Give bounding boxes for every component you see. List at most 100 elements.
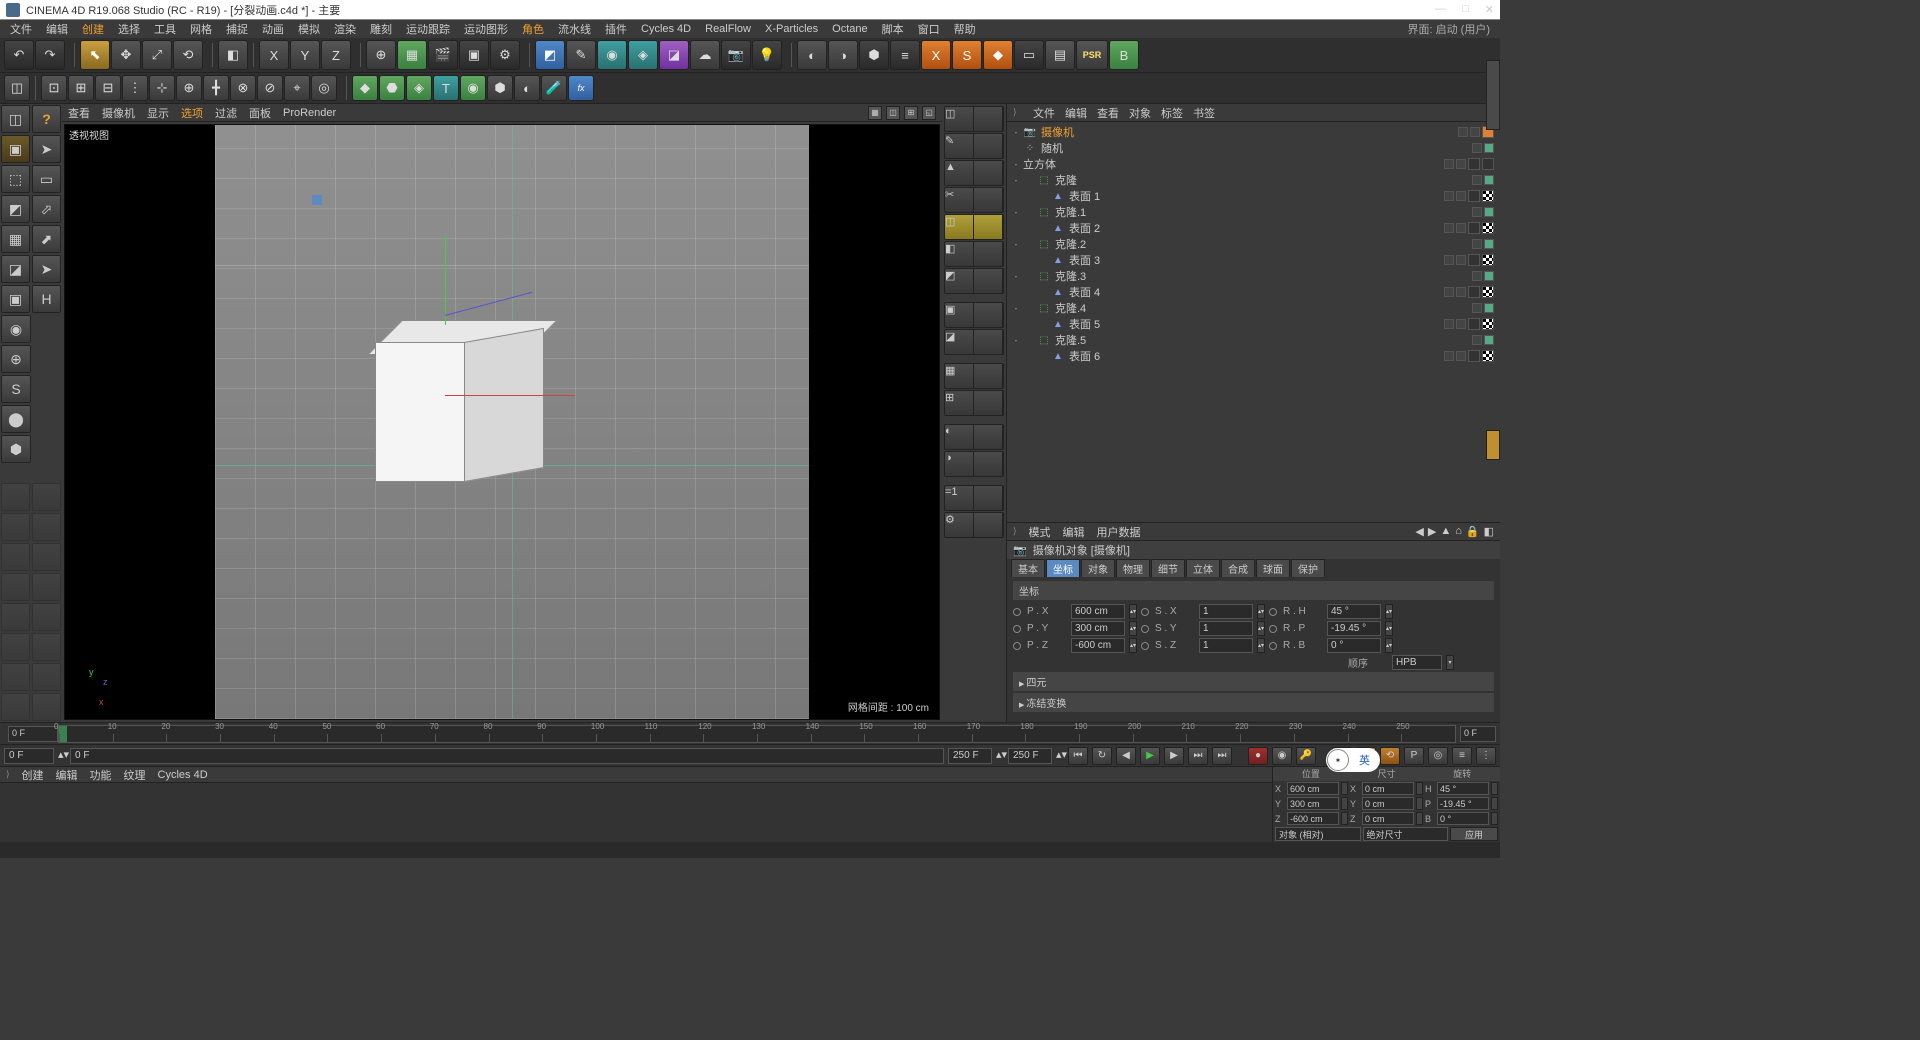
right-tool-2[interactable]: ▲ bbox=[944, 160, 1004, 186]
attr-tab-5[interactable]: 立体 bbox=[1186, 559, 1220, 577]
tree-row[interactable]: -立方体 bbox=[1007, 156, 1500, 172]
matmenu-2[interactable]: 功能 bbox=[90, 767, 112, 783]
menu-3[interactable]: 选择 bbox=[112, 20, 146, 38]
menu-14[interactable]: 流水线 bbox=[552, 20, 597, 38]
left-tool-11-0[interactable]: ⬢ bbox=[1, 435, 31, 463]
snap-a[interactable]: ⊡ bbox=[41, 75, 67, 101]
mograph-d[interactable]: ◉ bbox=[460, 75, 486, 101]
viewmenu-3[interactable]: 选项 bbox=[181, 105, 203, 121]
right-tool-14[interactable]: ◐ bbox=[944, 424, 1004, 450]
attr-tab-8[interactable]: 保护 bbox=[1291, 559, 1325, 577]
objmenu-5[interactable]: 书签 bbox=[1193, 105, 1215, 121]
undo-button[interactable]: ↶ bbox=[4, 40, 34, 70]
key-button[interactable]: 🔑 bbox=[1296, 747, 1316, 765]
next-frame-button[interactable]: ▶ bbox=[1164, 747, 1184, 765]
menu-0[interactable]: 文件 bbox=[4, 20, 38, 38]
right-tool-15[interactable]: ◑ bbox=[944, 451, 1004, 477]
left-tool-4-0[interactable]: ▦ bbox=[1, 225, 30, 253]
view-layout-icon[interactable]: ▦ bbox=[868, 106, 882, 120]
snap-k[interactable]: ◎ bbox=[311, 75, 337, 101]
left-tool-3-0[interactable]: ◩ bbox=[1, 195, 30, 223]
redo-button[interactable]: ↷ bbox=[35, 40, 65, 70]
menu-2[interactable]: 创建 bbox=[76, 20, 110, 38]
rotate-tool[interactable]: ⟲ bbox=[173, 40, 203, 70]
tree-row[interactable]: ⁘随机 bbox=[1007, 140, 1500, 156]
coord-sz[interactable] bbox=[1199, 638, 1253, 653]
order-select[interactable] bbox=[1392, 655, 1442, 670]
timeline-start[interactable]: 0 F bbox=[8, 726, 58, 742]
coord-system-button[interactable]: ⊕ bbox=[366, 40, 396, 70]
minimize-button[interactable]: — bbox=[1435, 3, 1446, 16]
bpos-z[interactable] bbox=[1287, 812, 1339, 825]
snap-i[interactable]: ⊘ bbox=[257, 75, 283, 101]
quaternion-section[interactable]: 四元 bbox=[1013, 672, 1494, 691]
menu-8[interactable]: 模拟 bbox=[292, 20, 326, 38]
mograph-g[interactable]: 🧪 bbox=[541, 75, 567, 101]
tree-row[interactable]: -⬚克隆.4 bbox=[1007, 300, 1500, 316]
viewmenu-2[interactable]: 显示 bbox=[147, 105, 169, 121]
attr-tab-1[interactable]: 坐标 bbox=[1046, 559, 1080, 577]
move-tool[interactable]: ✥ bbox=[111, 40, 141, 70]
frame-start-input[interactable] bbox=[4, 748, 54, 764]
left-tool-4-1[interactable]: ⬈ bbox=[32, 225, 61, 253]
left-tool-5-1[interactable]: ➤ bbox=[32, 255, 61, 283]
right-tool-1[interactable]: ✎ bbox=[944, 133, 1004, 159]
fold-icon[interactable]: ⟩ bbox=[1013, 107, 1023, 118]
light-button[interactable]: 💡 bbox=[752, 40, 782, 70]
select-tool[interactable]: ⬉ bbox=[80, 40, 110, 70]
coord-sy[interactable] bbox=[1199, 621, 1253, 636]
ime-badge[interactable]: ✶ 英 bbox=[1326, 748, 1380, 772]
objmenu-2[interactable]: 查看 bbox=[1097, 105, 1119, 121]
left-tool-2-1[interactable]: ▭ bbox=[32, 165, 61, 193]
tree-row[interactable]: ▲表面 4 bbox=[1007, 284, 1500, 300]
menu-21[interactable]: 窗口 bbox=[912, 20, 946, 38]
freeze-section[interactable]: 冻结变换 bbox=[1013, 693, 1494, 712]
coord-pz[interactable] bbox=[1071, 638, 1125, 653]
left-tool-0-1[interactable]: ? bbox=[32, 105, 61, 133]
snap-g[interactable]: ╋ bbox=[203, 75, 229, 101]
bsize-x[interactable] bbox=[1362, 782, 1414, 795]
tree-row[interactable]: -⬚克隆.2 bbox=[1007, 236, 1500, 252]
menu-12[interactable]: 运动图形 bbox=[458, 20, 514, 38]
tool-g[interactable]: B bbox=[1109, 40, 1139, 70]
mograph-a[interactable]: ◆ bbox=[352, 75, 378, 101]
left-tool-7-0[interactable]: ◉ bbox=[1, 315, 31, 343]
attr-tab-6[interactable]: 合成 bbox=[1221, 559, 1255, 577]
coord-rp[interactable] bbox=[1327, 621, 1381, 636]
right-tool-3[interactable]: ✂ bbox=[944, 187, 1004, 213]
menu-5[interactable]: 网格 bbox=[184, 20, 218, 38]
close-button[interactable]: ✕ bbox=[1485, 3, 1494, 16]
brot-x[interactable] bbox=[1437, 782, 1489, 795]
bpos-y[interactable] bbox=[1287, 797, 1339, 810]
matmenu-3[interactable]: 纹理 bbox=[124, 767, 146, 783]
tree-row[interactable]: -⬚克隆.1 bbox=[1007, 204, 1500, 220]
right-tool-12[interactable]: ⊞ bbox=[944, 390, 1004, 416]
cube-button[interactable]: ◩ bbox=[535, 40, 565, 70]
spinner-icon[interactable]: ▴▾ bbox=[58, 748, 66, 764]
object-tree[interactable]: -📷摄像机⁘随机-立方体-⬚克隆▲表面 1-⬚克隆.1▲表面 2-⬚克隆.2▲表… bbox=[1007, 122, 1500, 522]
tool-c[interactable]: ⬢ bbox=[859, 40, 889, 70]
menu-19[interactable]: Octane bbox=[826, 22, 873, 36]
snap-j[interactable]: ⌖ bbox=[284, 75, 310, 101]
axis-x-button[interactable]: X bbox=[259, 40, 289, 70]
snap-d[interactable]: ⋮ bbox=[122, 75, 148, 101]
matmenu-4[interactable]: Cycles 4D bbox=[158, 769, 208, 781]
mograph-text[interactable]: T bbox=[433, 75, 459, 101]
left-tool-9-0[interactable]: S bbox=[1, 375, 31, 403]
render-settings-button[interactable]: ⚙ bbox=[490, 40, 520, 70]
matmenu-1[interactable]: 编辑 bbox=[56, 767, 78, 783]
tree-row[interactable]: -⬚克隆.3 bbox=[1007, 268, 1500, 284]
left-tool-1-0[interactable]: ▣ bbox=[1, 135, 30, 163]
octane-button[interactable]: ◆ bbox=[983, 40, 1013, 70]
mograph-c[interactable]: ◈ bbox=[406, 75, 432, 101]
cube-object[interactable] bbox=[375, 320, 550, 485]
left-tool-5-0[interactable]: ◪ bbox=[1, 255, 30, 283]
menu-11[interactable]: 运动跟踪 bbox=[400, 20, 456, 38]
material-body[interactable] bbox=[0, 783, 1272, 842]
brot-y[interactable] bbox=[1437, 797, 1489, 810]
tree-row[interactable]: ▲表面 5 bbox=[1007, 316, 1500, 332]
menu-1[interactable]: 编辑 bbox=[40, 20, 74, 38]
left-tool-1-1[interactable]: ➤ bbox=[32, 135, 61, 163]
mograph-f[interactable]: ◐ bbox=[514, 75, 540, 101]
mograph-fx[interactable]: fx bbox=[568, 75, 594, 101]
